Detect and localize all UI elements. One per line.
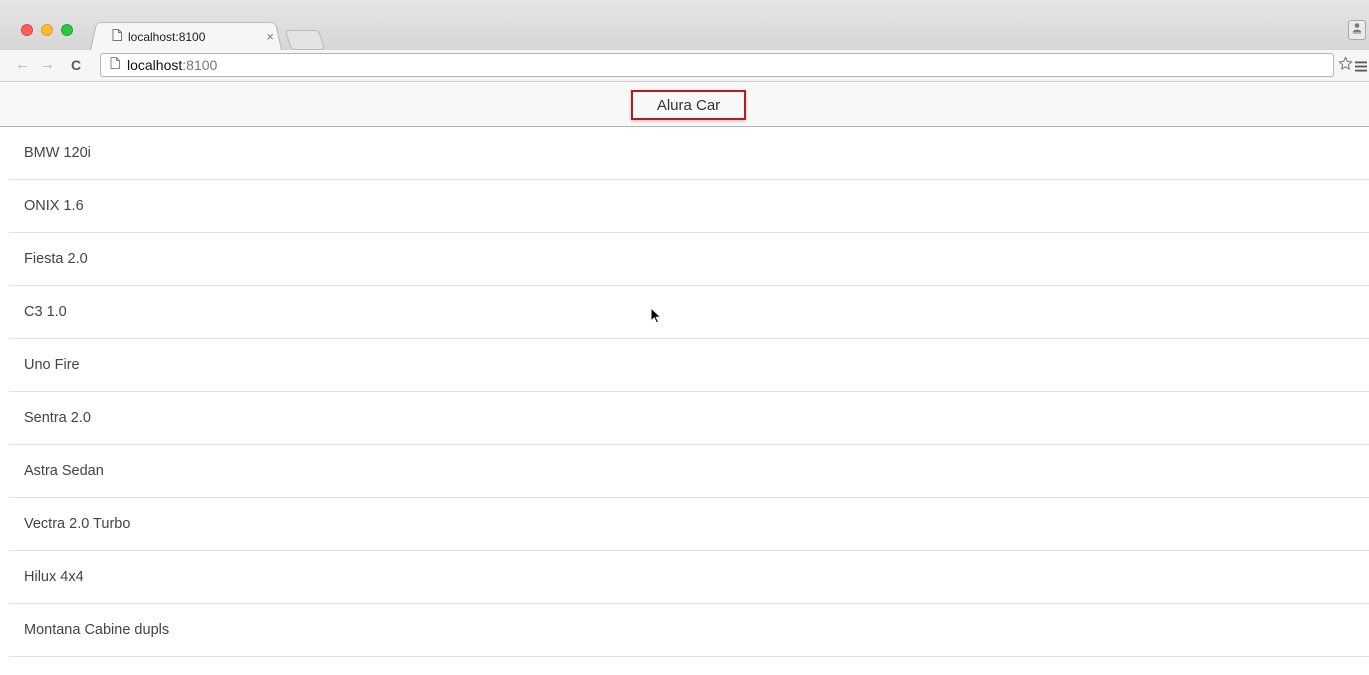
list-item[interactable]: ONIX 1.6 — [9, 180, 1369, 233]
url-host: localhost — [127, 57, 183, 73]
list-item[interactable]: Astra Sedan — [9, 445, 1369, 498]
app-header: Alura Car — [0, 83, 1369, 127]
tab-strip: localhost:8100 × — [0, 0, 1369, 50]
page-title: Alura Car — [631, 90, 746, 120]
close-window-button[interactable] — [21, 24, 33, 36]
browser-window: localhost:8100 × ← → C localhost:8100 A… — [0, 0, 1369, 675]
star-icon[interactable] — [1338, 56, 1353, 76]
list-item[interactable]: Montana Cabine dupls — [9, 604, 1369, 657]
profile-button[interactable] — [1348, 20, 1366, 40]
new-tab-button[interactable] — [284, 30, 326, 50]
reload-icon[interactable]: C — [71, 57, 81, 73]
close-tab-icon[interactable]: × — [266, 29, 274, 44]
forward-arrow-icon[interactable]: → — [40, 57, 55, 73]
list-item[interactable]: Uno Fire — [9, 339, 1369, 392]
list-item[interactable]: BMW 120i — [9, 127, 1369, 180]
list-item[interactable]: Hilux 4x4 — [9, 551, 1369, 604]
minimize-window-button[interactable] — [41, 24, 53, 36]
list-item[interactable]: C3 1.0 — [9, 286, 1369, 339]
address-bar[interactable]: localhost:8100 — [100, 53, 1334, 77]
list-item[interactable]: Fiesta 2.0 — [9, 233, 1369, 286]
url-port: :8100 — [182, 57, 218, 73]
page-icon — [112, 28, 122, 46]
menu-icon[interactable] — [1355, 59, 1367, 77]
browser-toolbar: ← → C localhost:8100 — [0, 50, 1369, 82]
zoom-window-button[interactable] — [61, 24, 73, 36]
car-list: BMW 120i ONIX 1.6 Fiesta 2.0 C3 1.0 Uno … — [9, 127, 1369, 657]
window-controls — [21, 24, 73, 36]
list-item[interactable]: Vectra 2.0 Turbo — [9, 498, 1369, 551]
back-arrow-icon[interactable]: ← — [15, 57, 30, 73]
tab-content[interactable]: localhost:8100 × — [112, 27, 282, 47]
profile-icon — [1352, 21, 1362, 39]
page-icon — [110, 56, 120, 74]
mouse-cursor-icon — [650, 306, 662, 329]
tab-title: localhost:8100 — [128, 30, 206, 44]
list-item[interactable]: Sentra 2.0 — [9, 392, 1369, 445]
